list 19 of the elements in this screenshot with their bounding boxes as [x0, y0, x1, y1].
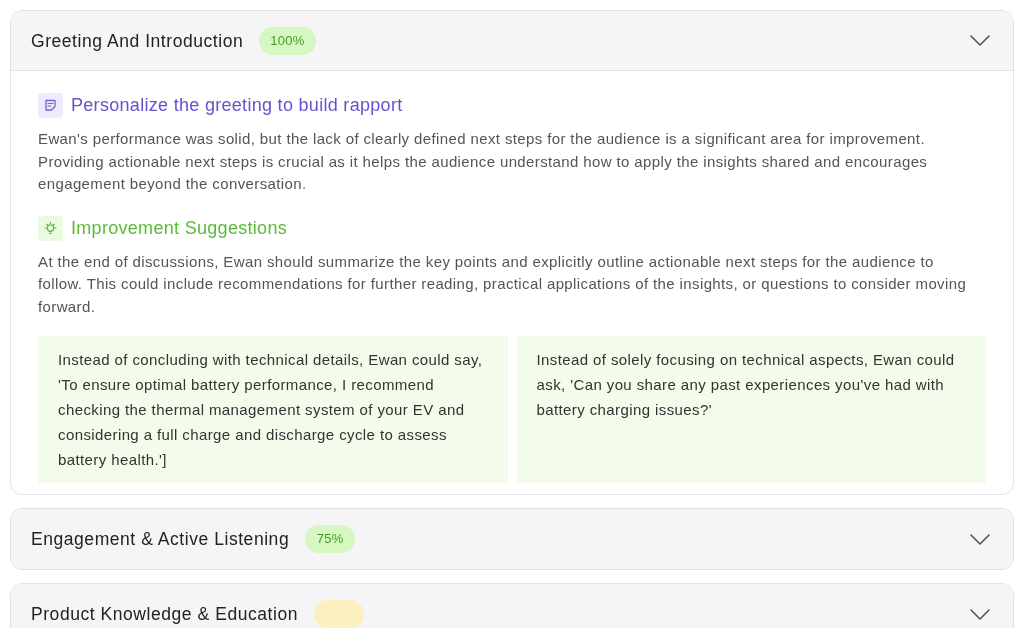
accordion-header[interactable]: Engagement & Active Listening 75% [11, 509, 1013, 569]
suggestions-heading: Improvement Suggestions [71, 216, 287, 240]
chevron-down-icon[interactable] [970, 35, 990, 46]
chevron-down-icon[interactable] [970, 608, 990, 620]
paragraph-text: At the end of discussions, Ewan should summarize the key points and explicitly outline actionable next steps for the audience to follow. This could include recommendations for further reading, practical applications of the insights, or questions to consider moving forward. [38, 251, 968, 317]
section-title: Engagement & Active Listening [31, 528, 290, 550]
feedback-heading: Personalize the greeting to build rapport [71, 94, 403, 117]
example-card: Instead of concluding with technical details, Ewan could say, 'To ensure optimal battery performance, I recommend checking the thermal management system of your EV and considering a full charge and discharge cycle to assess battery health.'] [38, 336, 508, 483]
score-badge: 75% [305, 525, 356, 553]
section-title: Greeting And Introduction [31, 29, 244, 52]
accordion-header[interactable]: Product Knowledge & Education [11, 584, 1013, 628]
accordion-header[interactable]: Greeting And Introduction 100% [11, 11, 1013, 71]
chevron-down-icon[interactable] [970, 533, 990, 545]
example-card: Instead of solely focusing on technical aspects, Ewan could ask, 'Can you share any past experiences you've had with battery charging issues?' [516, 336, 986, 483]
lightbulb-icon [38, 215, 63, 241]
section-title: Product Knowledge & Education [31, 603, 298, 625]
paragraph-text: Ewan's performance was solid, but the lack of clearly defined next steps for the audience is a significant area for improvement. Providing actionable next steps is crucial as it helps the audience understand how to apply the insights shared and encourages engagement beyond the conversation. [38, 129, 929, 194]
note-icon [38, 93, 63, 118]
score-badge: 100% [259, 26, 316, 55]
